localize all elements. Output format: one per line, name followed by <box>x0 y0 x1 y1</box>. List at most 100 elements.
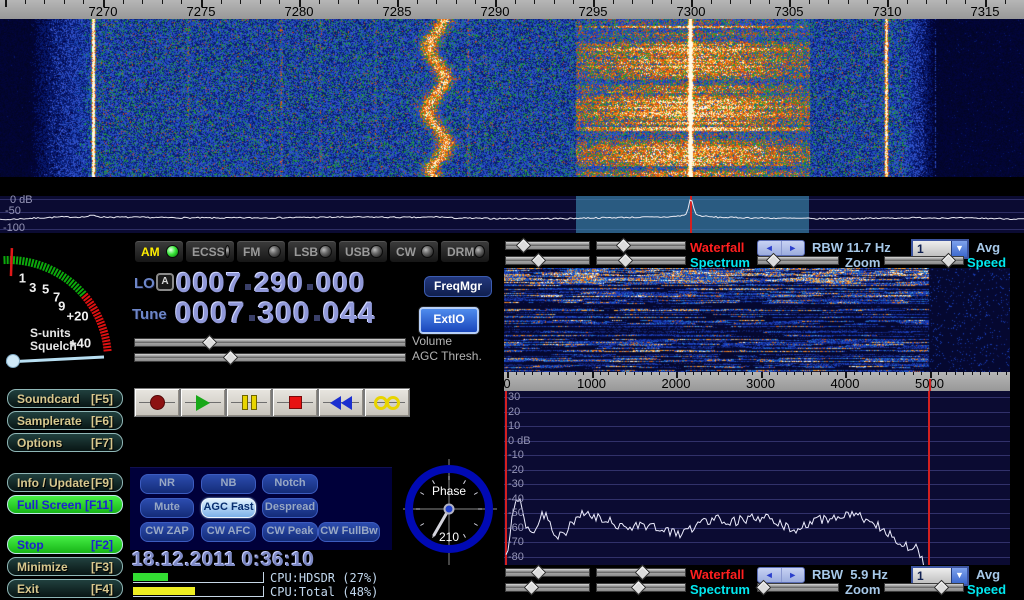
spectrum-range-slider-top[interactable] <box>596 255 686 266</box>
button-label: Soundcard <box>17 392 80 406</box>
spectrum-range-slider-bottom[interactable] <box>596 582 686 593</box>
stop-button[interactable] <box>272 388 318 417</box>
rbw-label-bottom: RBW 5.9 Hz <box>812 567 888 582</box>
lo-frequency-display[interactable]: 0007290000 <box>176 267 366 299</box>
tune-frequency-display[interactable]: 0007300044 <box>175 297 376 331</box>
main-waterfall[interactable] <box>0 0 1024 177</box>
mode-button-fm[interactable]: FM <box>236 240 286 263</box>
speed-slider-top[interactable] <box>884 255 964 266</box>
cpu-bar-fill <box>133 587 195 595</box>
cpu-bar <box>133 586 264 597</box>
arrow-left-icon[interactable]: ◄ <box>758 241 782 255</box>
tick <box>701 372 702 375</box>
rewind-tri <box>330 396 341 410</box>
mode-button-cw[interactable]: CW <box>389 240 439 263</box>
tick <box>693 372 694 375</box>
mode-led-icon <box>225 245 230 258</box>
cw-fullbw-button[interactable]: CW FullBw <box>318 522 380 542</box>
agc-thresh-slider[interactable] <box>134 352 406 363</box>
samplerate-button[interactable]: Samplerate[F6] <box>7 411 123 430</box>
tick-label: 7280 <box>285 4 314 19</box>
zoom-slider-top[interactable] <box>757 255 839 266</box>
mode-button-am[interactable]: AM <box>134 240 184 263</box>
mode-led-icon <box>474 245 485 258</box>
tick <box>613 0 614 4</box>
waterfall-contrast-slider-top[interactable] <box>596 240 686 251</box>
tick <box>377 0 378 4</box>
despread-button[interactable]: Despread <box>262 498 318 518</box>
waterfall-shift-arrows-top[interactable]: ◄► <box>757 240 805 256</box>
meter-scale-label: +20 <box>67 309 89 324</box>
meter-needle <box>11 248 12 276</box>
spectrum-trace <box>0 196 1024 233</box>
mode-button-lsb[interactable]: LSB <box>287 240 337 263</box>
notch-button[interactable]: Notch <box>262 474 318 494</box>
s-meter: 13579+20+40 S-units Squelch <box>0 238 128 378</box>
extio-button[interactable]: ExtIO <box>419 307 479 334</box>
digit-group: 300 <box>258 297 311 330</box>
db-label: -60 <box>508 522 524 534</box>
rewind-button[interactable] <box>318 388 364 417</box>
db-label: -100 <box>3 222 25 234</box>
audio-spectrum-trace <box>504 391 1010 565</box>
cw-zap-button[interactable]: CW ZAP <box>140 522 194 542</box>
exit-button[interactable]: Exit[F4] <box>7 579 123 598</box>
loop-button[interactable] <box>364 388 410 417</box>
cw-peak-button[interactable]: CW Peak <box>262 522 318 542</box>
spectrum-gain-slider-top[interactable] <box>505 255 590 266</box>
volume-slider[interactable] <box>134 337 406 348</box>
tick <box>997 372 998 375</box>
zoom-slider-bottom[interactable] <box>757 582 839 593</box>
spectrum-label-top: Spectrum <box>690 255 750 270</box>
audio-spectrum-display[interactable]: 3020100 dB-10-20-30-40-50-60-70-80 <box>504 391 1010 565</box>
waterfall-brightness-slider-top[interactable] <box>505 240 590 251</box>
button-fkey: [F3] <box>91 560 113 574</box>
loop-icon <box>374 396 400 410</box>
mute-button[interactable]: Mute <box>140 498 194 518</box>
spectrum-gain-slider-bottom[interactable] <box>505 582 590 593</box>
speed-slider-bottom[interactable] <box>884 582 964 593</box>
arrow-right-icon[interactable]: ► <box>782 568 805 582</box>
db-label: -10 <box>508 449 524 461</box>
mode-button-drm[interactable]: DRM <box>440 240 490 263</box>
nr-button[interactable]: NR <box>140 474 194 494</box>
tick <box>5 0 7 7</box>
minimize-button[interactable]: Minimize[F3] <box>7 557 123 576</box>
tick-label: 7275 <box>187 4 216 19</box>
tick <box>837 372 838 375</box>
phase-label: Phase <box>432 484 466 498</box>
button-fkey: [F7] <box>91 436 113 450</box>
audio-frequency-scale[interactable]: 010002000300040005000 <box>504 372 1010 391</box>
waterfall-brightness-slider-bottom[interactable] <box>505 567 590 578</box>
play-button[interactable] <box>180 388 226 417</box>
full-screen-button[interactable]: Full Screen[F11] <box>7 495 123 514</box>
main-spectrum-display[interactable]: 0 dB-50-100 <box>0 196 1024 233</box>
soundcard-button[interactable]: Soundcard[F5] <box>7 389 123 408</box>
digit-group-separator <box>245 284 251 290</box>
agc-fast-button[interactable]: AGC Fast <box>201 498 256 518</box>
button-label: Samplerate <box>17 414 82 428</box>
options-button[interactable]: Options[F7] <box>7 433 123 452</box>
cw-afc-button[interactable]: CW AFC <box>201 522 256 542</box>
audio-waterfall[interactable] <box>504 268 1010 372</box>
tick <box>532 372 533 375</box>
waterfall-contrast-slider-bottom[interactable] <box>596 567 686 578</box>
rbw-label-top: RBW 11.7 Hz <box>812 240 891 255</box>
arrow-right-icon[interactable]: ► <box>782 241 805 255</box>
squelch-slider-thumb[interactable] <box>7 355 20 368</box>
info-update-button[interactable]: Info / Update[F9] <box>7 473 123 492</box>
main-frequency-scale[interactable]: 7270727572807285729072957300730573107315 <box>0 0 1024 19</box>
mode-button-ecss[interactable]: ECSS <box>185 240 235 263</box>
nb-button[interactable]: NB <box>201 474 256 494</box>
tick <box>338 0 339 4</box>
stop-button[interactable]: Stop[F2] <box>7 535 123 554</box>
filter-edge-marker[interactable] <box>929 379 931 391</box>
meter-tick <box>43 263 46 270</box>
freqmgr-button[interactable]: FreqMgr <box>424 276 492 297</box>
mode-button-usb[interactable]: USB <box>338 240 388 263</box>
pause-button[interactable] <box>226 388 272 417</box>
record-button[interactable] <box>134 388 180 417</box>
squelch-slider-track[interactable] <box>6 357 104 362</box>
tick <box>436 0 437 4</box>
lo-a-badge[interactable]: A <box>156 273 174 291</box>
